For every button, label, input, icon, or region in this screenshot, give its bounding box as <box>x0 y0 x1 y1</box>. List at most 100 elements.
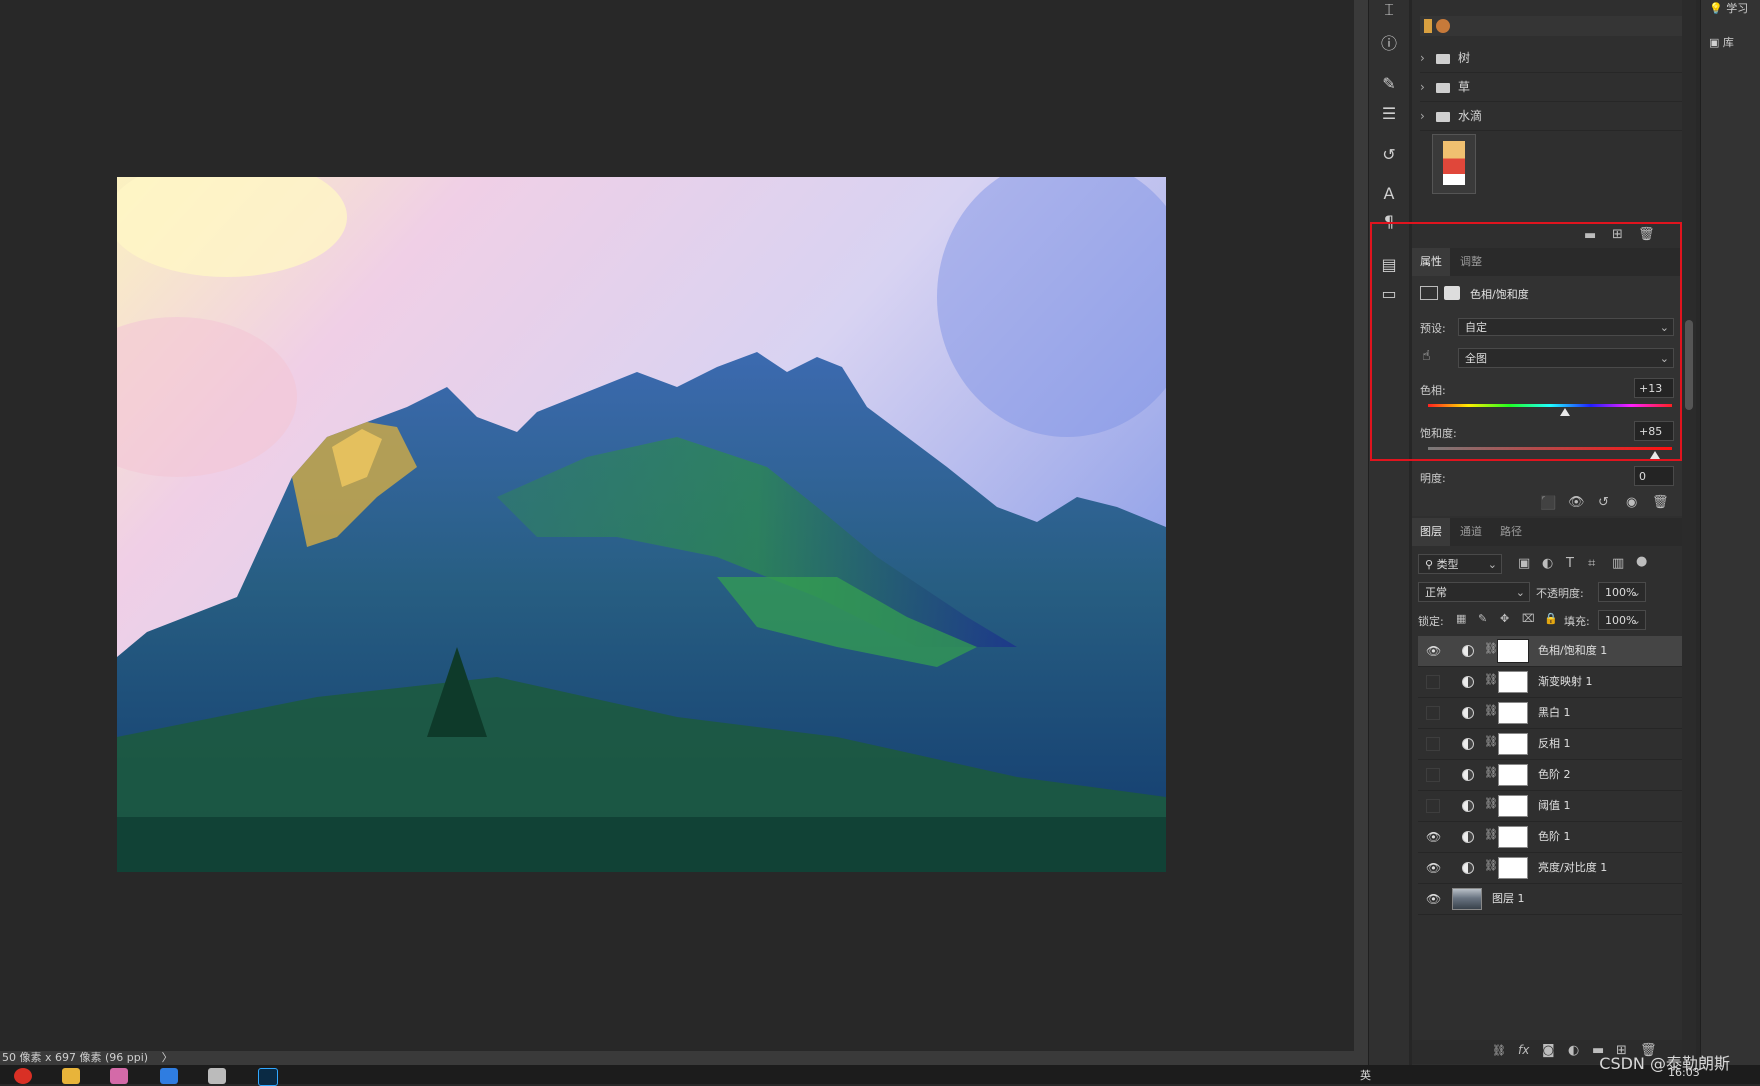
reset-icon[interactable]: ↺ <box>1598 495 1609 510</box>
layer-name[interactable]: 亮度/对比度 1 <box>1538 853 1607 883</box>
link-icon[interactable]: ⛓ <box>1484 828 1498 841</box>
layer-name[interactable]: 图层 1 <box>1492 884 1525 914</box>
info-icon[interactable]: ⓘ <box>1379 34 1399 54</box>
brush-settings-icon[interactable]: ✎ <box>1379 74 1399 94</box>
eye-hidden-icon[interactable] <box>1426 737 1440 751</box>
input-method-indicator[interactable]: 英 <box>1360 1067 1371 1083</box>
library-asset-thumbnail[interactable] <box>1432 134 1476 194</box>
layer-name[interactable]: 阈值 1 <box>1538 791 1571 821</box>
layer-mask-thumbnail[interactable] <box>1498 702 1528 724</box>
link-icon[interactable]: ⛓ <box>1484 704 1498 717</box>
layer-name[interactable]: 色阶 2 <box>1538 760 1571 790</box>
visibility-icon[interactable]: ◉ <box>1626 495 1637 510</box>
library-folder-grass[interactable]: › 草 <box>1420 73 1688 102</box>
link-icon[interactable]: ⛓ <box>1484 797 1498 810</box>
library-folder-trees[interactable]: › 树 <box>1420 44 1688 73</box>
fill-field[interactable]: 100% ⌄ <box>1598 610 1646 630</box>
lock-all-icon[interactable]: 🔒 <box>1544 612 1558 625</box>
layer-mask-thumbnail[interactable] <box>1498 733 1528 755</box>
character-asset-icon[interactable] <box>1424 19 1432 33</box>
link-icon[interactable]: ⛓ <box>1484 642 1498 655</box>
layer-mask-thumbnail[interactable] <box>1497 639 1529 663</box>
clip-to-layer-icon[interactable]: ⬛ <box>1540 496 1556 511</box>
link-layers-icon[interactable]: ⛓ <box>1492 1044 1506 1057</box>
new-adjustment-icon[interactable]: ◐ <box>1568 1043 1579 1058</box>
status-menu-arrow[interactable]: 〉 <box>162 1051 173 1064</box>
eye-icon[interactable]: 👁 <box>1426 644 1441 658</box>
folder-icon <box>1436 82 1450 93</box>
character-icon[interactable]: A <box>1379 184 1399 204</box>
eye-hidden-icon[interactable] <box>1426 799 1440 813</box>
filter-type-icon[interactable]: T <box>1566 556 1574 571</box>
delete-icon[interactable]: 🗑 <box>1652 495 1669 510</box>
filter-toggle-icon[interactable]: ● <box>1636 554 1647 569</box>
tab-layers[interactable]: 图层 <box>1412 518 1450 546</box>
layer-mask-thumbnail[interactable] <box>1498 671 1528 693</box>
eye-icon[interactable]: 👁 <box>1426 861 1441 875</box>
tab-channels[interactable]: 通道 <box>1452 518 1490 546</box>
layer-row[interactable]: 👁 ⛓ 色相/饱和度 1 <box>1418 636 1686 667</box>
eye-icon[interactable]: 👁 <box>1426 830 1441 844</box>
brush-preset-icon[interactable]: ⌶ <box>1379 0 1399 20</box>
link-icon[interactable]: ⛓ <box>1484 766 1498 779</box>
fx-icon[interactable]: fx <box>1518 1043 1529 1057</box>
layer-row[interactable]: 👁 ⛓ 色阶 1 <box>1418 822 1686 853</box>
layer-row[interactable]: ⛓ 渐变映射 1 <box>1418 667 1686 698</box>
library-folder-droplets[interactable]: › 水滴 <box>1420 102 1688 131</box>
layer-mask-thumbnail[interactable] <box>1498 764 1528 786</box>
layer-row[interactable]: ⛓ 阈值 1 <box>1418 791 1686 822</box>
lock-transparent-icon[interactable]: ▦ <box>1456 612 1466 625</box>
layer-row[interactable]: 👁 图层 1 <box>1418 884 1686 915</box>
blend-mode-dropdown[interactable]: 正常 ⌄ <box>1418 582 1530 602</box>
libraries-panel-button[interactable]: ▣ 库 <box>1709 34 1734 50</box>
history-icon[interactable]: ↺ <box>1379 145 1399 165</box>
eye-hidden-icon[interactable] <box>1426 675 1440 689</box>
eye-icon[interactable]: 👁 <box>1426 892 1441 906</box>
adjustments-sliders-icon[interactable]: ☰ <box>1379 104 1399 124</box>
view-previous-state-icon[interactable]: 👁 <box>1568 495 1585 510</box>
layer-mask-thumbnail[interactable] <box>1498 826 1528 848</box>
layer-row[interactable]: 👁 ⛓ 亮度/对比度 1 <box>1418 853 1686 884</box>
link-icon[interactable]: ⛓ <box>1484 859 1498 872</box>
layer-row[interactable]: ⛓ 色阶 2 <box>1418 760 1686 791</box>
filter-smart-object-icon[interactable]: ▥ <box>1612 556 1624 571</box>
lightness-value-field[interactable]: 0 <box>1634 466 1674 486</box>
scrollbar-thumb[interactable] <box>1685 320 1693 410</box>
layer-name[interactable]: 色阶 1 <box>1538 822 1571 852</box>
eye-hidden-icon[interactable] <box>1426 706 1440 720</box>
canvas-scrollbar[interactable] <box>1354 0 1368 1051</box>
chevron-down-icon: ⌄ <box>1631 614 1641 627</box>
link-icon[interactable]: ⛓ <box>1484 673 1498 686</box>
lock-position-icon[interactable]: ✥ <box>1500 612 1509 625</box>
opacity-field[interactable]: 100% ⌄ <box>1598 582 1646 602</box>
document-app-icon[interactable] <box>208 1068 226 1084</box>
chrome-icon[interactable] <box>14 1068 32 1084</box>
app-icon[interactable] <box>110 1068 128 1084</box>
layer-filter-dropdown[interactable]: ⚲ 类型 ⌄ <box>1418 554 1502 574</box>
layer-image-thumbnail[interactable] <box>1452 888 1482 910</box>
layer-row[interactable]: ⛓ 黑白 1 <box>1418 698 1686 729</box>
tiger-asset-icon[interactable] <box>1436 19 1450 33</box>
eye-hidden-icon[interactable] <box>1426 768 1440 782</box>
filter-pixel-icon[interactable]: ▣ <box>1518 556 1530 571</box>
layer-name[interactable]: 黑白 1 <box>1538 698 1571 728</box>
lock-image-icon[interactable]: ✎ <box>1478 612 1487 625</box>
filter-shape-icon[interactable]: ⌗ <box>1588 556 1595 571</box>
link-icon[interactable]: ⛓ <box>1484 735 1498 748</box>
layer-row[interactable]: ⛓ 反相 1 <box>1418 729 1686 760</box>
document-image[interactable] <box>117 177 1166 872</box>
layer-mask-thumbnail[interactable] <box>1498 795 1528 817</box>
panels-scrollbar[interactable] <box>1682 0 1696 1065</box>
filter-adjustment-icon[interactable]: ◐ <box>1542 556 1553 571</box>
layer-name[interactable]: 渐变映射 1 <box>1538 667 1593 697</box>
layer-mask-thumbnail[interactable] <box>1498 857 1528 879</box>
file-explorer-icon[interactable] <box>62 1068 80 1084</box>
add-mask-icon[interactable]: ◙ <box>1542 1043 1555 1058</box>
learn-panel-button[interactable]: 💡 学习 <box>1709 0 1748 16</box>
lock-artboard-icon[interactable]: ⌧ <box>1522 612 1535 625</box>
layer-name[interactable]: 色相/饱和度 1 <box>1538 636 1607 666</box>
layer-name[interactable]: 反相 1 <box>1538 729 1571 759</box>
photoshop-icon[interactable] <box>258 1068 278 1086</box>
tab-paths[interactable]: 路径 <box>1492 518 1530 546</box>
messaging-app-icon[interactable] <box>160 1068 178 1084</box>
